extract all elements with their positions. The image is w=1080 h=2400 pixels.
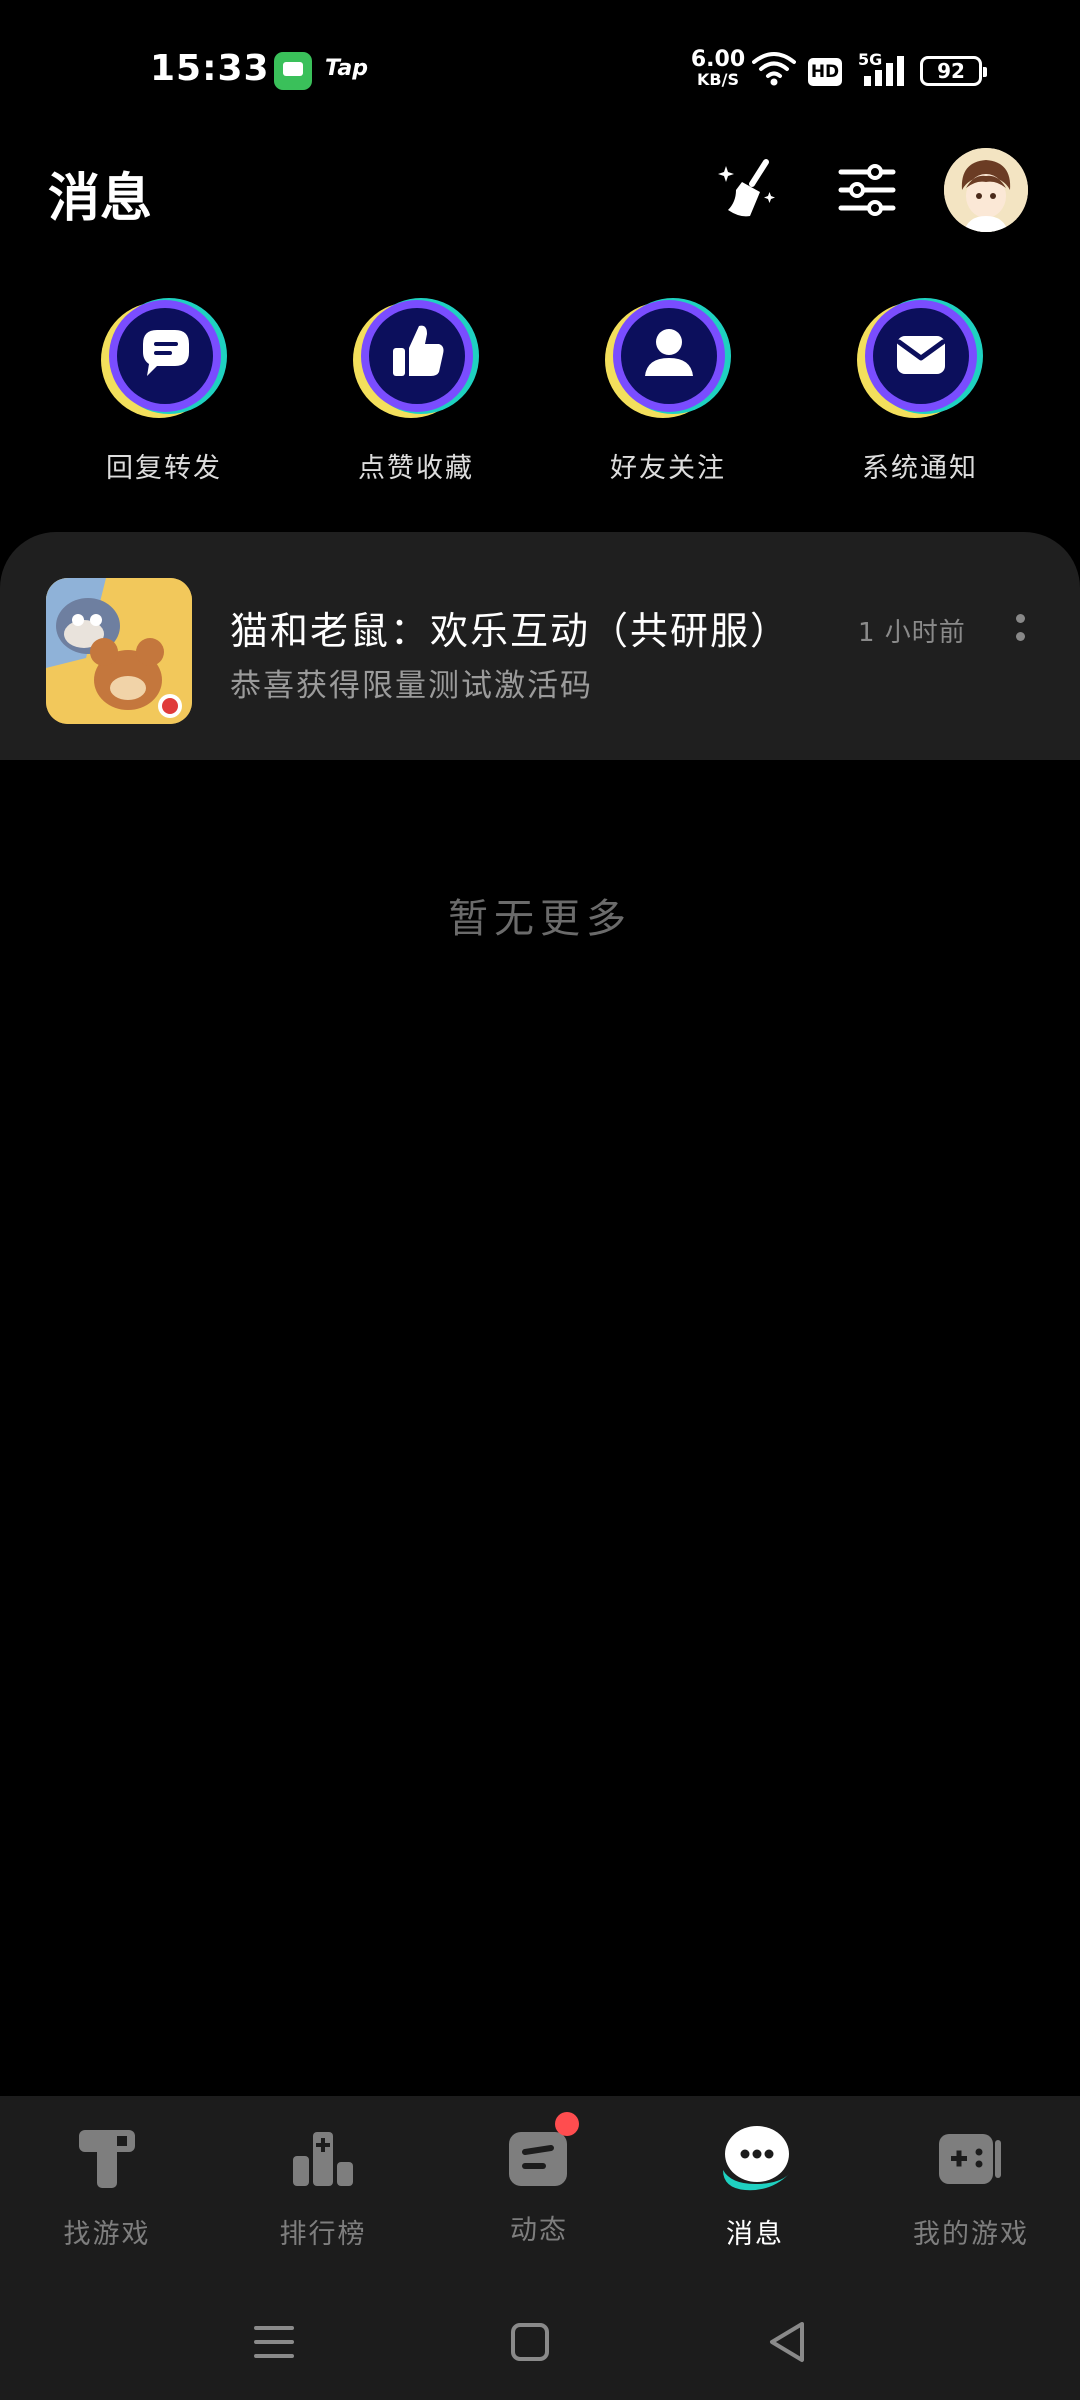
envelope-icon [857, 298, 983, 418]
gamepad-icon [939, 2134, 1001, 2184]
system-navigation-bar [0, 2276, 1080, 2400]
wifi-icon [752, 52, 796, 86]
category-system[interactable]: 系统通知 [820, 290, 1020, 485]
category-label: 好友关注 [610, 453, 726, 484]
nav-label: 动态 [510, 2215, 568, 2246]
chat-bubble-icon [101, 298, 227, 418]
nav-my-games[interactable]: 我的游戏 [876, 2118, 1066, 2251]
network-speed: 6.00 KB/S [690, 47, 746, 90]
battery-icon: 92 [920, 56, 987, 86]
filter-settings-button[interactable] [827, 150, 907, 230]
nav-label: 我的游戏 [913, 2219, 1029, 2250]
message-categories: 回复转发 点赞收藏 好友关注 系统通知 [0, 290, 1080, 490]
clear-messages-button[interactable] [708, 150, 788, 230]
broom-icon [718, 159, 775, 217]
category-replies[interactable]: 回复转发 [64, 290, 264, 485]
category-follows[interactable]: 好友关注 [568, 290, 768, 485]
avatar-image [944, 148, 1028, 232]
category-label: 回复转发 [106, 453, 222, 484]
person-icon [605, 298, 731, 418]
status-time: 15:33 [150, 48, 270, 89]
message-title: 猫和老鼠：欢乐互动（共研服） [230, 609, 791, 653]
category-label: 点赞收藏 [358, 453, 474, 484]
category-label: 系统通知 [862, 453, 978, 484]
bottom-navigation: 找游戏 排行榜 动态 消息 我的游戏 [0, 2096, 1080, 2276]
more-options-icon[interactable] [1000, 598, 1040, 658]
back-icon[interactable] [758, 2312, 818, 2372]
empty-list-text: 暂无更多 [448, 896, 632, 942]
home-icon[interactable] [500, 2312, 560, 2372]
tom-and-jerry-thumbnail [46, 578, 192, 724]
hd-icon: HD [808, 58, 842, 86]
page-title: 消息 [48, 169, 153, 229]
thumbs-up-icon [353, 298, 479, 418]
find-game-icon [79, 2130, 135, 2188]
nav-feed[interactable]: 动态 [444, 2112, 634, 2247]
recent-apps-icon[interactable] [244, 2312, 304, 2372]
game-thumbnail [46, 578, 192, 724]
category-likes[interactable]: 点赞收藏 [316, 290, 516, 485]
nav-label: 排行榜 [279, 2219, 367, 2250]
message-time: 1 小时前 [858, 618, 966, 648]
message-subtitle: 恭喜获得限量测试激活码 [230, 668, 593, 704]
feed-icon-wrap [499, 2112, 579, 2198]
messages-screen: 15:33 Tap 6.00 KB/S HD 5G 92 消息 回复转发 点赞收… [0, 0, 1080, 2400]
nav-messages[interactable]: 消息 [660, 2118, 850, 2251]
tap-app-icon: Tap [325, 56, 368, 81]
message-icon [723, 2126, 789, 2191]
nav-label: 消息 [726, 2219, 784, 2250]
nav-label: 找游戏 [63, 2219, 151, 2250]
nav-find-games[interactable]: 找游戏 [12, 2118, 202, 2251]
status-bar: 15:33 Tap 6.00 KB/S HD 5G 92 [0, 0, 1080, 140]
network-speed-unit: KB/S [697, 70, 739, 89]
network-speed-value: 6.00 [690, 47, 746, 72]
ranking-icon [293, 2132, 353, 2186]
nav-ranking[interactable]: 排行榜 [228, 2118, 418, 2251]
signal-icon [864, 56, 904, 86]
notification-badge [555, 2112, 579, 2136]
sliders-icon [838, 164, 896, 216]
message-item[interactable]: 猫和老鼠：欢乐互动（共研服） 恭喜获得限量测试激活码 1 小时前 [0, 532, 1080, 760]
user-avatar[interactable] [944, 148, 1028, 232]
message-app-icon [274, 52, 312, 90]
